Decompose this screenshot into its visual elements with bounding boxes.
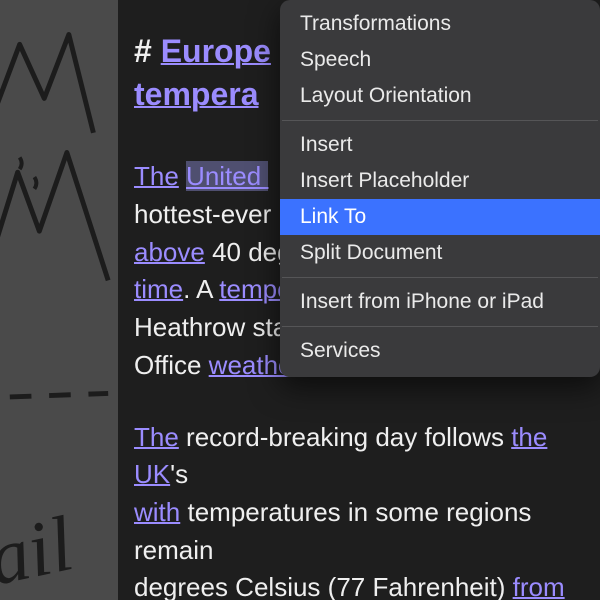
menu-separator bbox=[282, 326, 598, 327]
text: . A bbox=[183, 274, 219, 304]
paragraph-2: The record-breaking day follows the UK's… bbox=[134, 419, 600, 600]
menu-item-speech[interactable]: Speech bbox=[280, 42, 600, 78]
link-time[interactable]: time bbox=[134, 274, 183, 304]
menu-item-split-document[interactable]: Split Document bbox=[280, 235, 600, 271]
link-united-selected[interactable]: United bbox=[186, 161, 268, 191]
link-the-3[interactable]: the bbox=[511, 422, 547, 452]
menu-item-insert-placeholder[interactable]: Insert Placeholder bbox=[280, 163, 600, 199]
menu-item-link-to[interactable]: Link To bbox=[280, 199, 600, 235]
app-window: ail # Europe tempera The United hottest-… bbox=[0, 0, 600, 600]
text: record-breaking day follows bbox=[179, 422, 511, 452]
menu-separator bbox=[282, 120, 598, 121]
menu-item-layout-orientation[interactable]: Layout Orientation bbox=[280, 78, 600, 114]
menu-item-transformations[interactable]: Transformations bbox=[280, 6, 600, 42]
text: hottest-ever bbox=[134, 199, 279, 229]
menu-separator bbox=[282, 277, 598, 278]
context-menu[interactable]: Transformations Speech Layout Orientatio… bbox=[280, 0, 600, 377]
heading-hash: # bbox=[134, 33, 161, 69]
heading-link-cont[interactable]: tempera bbox=[134, 76, 259, 112]
mountain-sketch-icon: ail bbox=[0, 0, 118, 600]
menu-item-services[interactable]: Services bbox=[280, 333, 600, 369]
text: 's bbox=[170, 459, 188, 489]
sidebar-illustration: ail bbox=[0, 0, 118, 600]
link-uk[interactable]: UK bbox=[134, 459, 170, 489]
link-with[interactable]: with bbox=[134, 497, 180, 527]
menu-item-insert-from-iphone[interactable]: Insert from iPhone or iPad bbox=[280, 284, 600, 320]
text: degrees Celsius (77 Fahrenheit) bbox=[134, 572, 513, 600]
heading-link[interactable]: Europe bbox=[161, 33, 271, 69]
link-the[interactable]: The bbox=[134, 161, 179, 191]
text: Office bbox=[134, 350, 209, 380]
link-from[interactable]: from bbox=[513, 572, 565, 600]
menu-item-insert[interactable]: Insert bbox=[280, 127, 600, 163]
link-the-2[interactable]: The bbox=[134, 422, 179, 452]
text: temperatures in some regions remain bbox=[134, 497, 539, 565]
link-above[interactable]: above bbox=[134, 237, 205, 267]
